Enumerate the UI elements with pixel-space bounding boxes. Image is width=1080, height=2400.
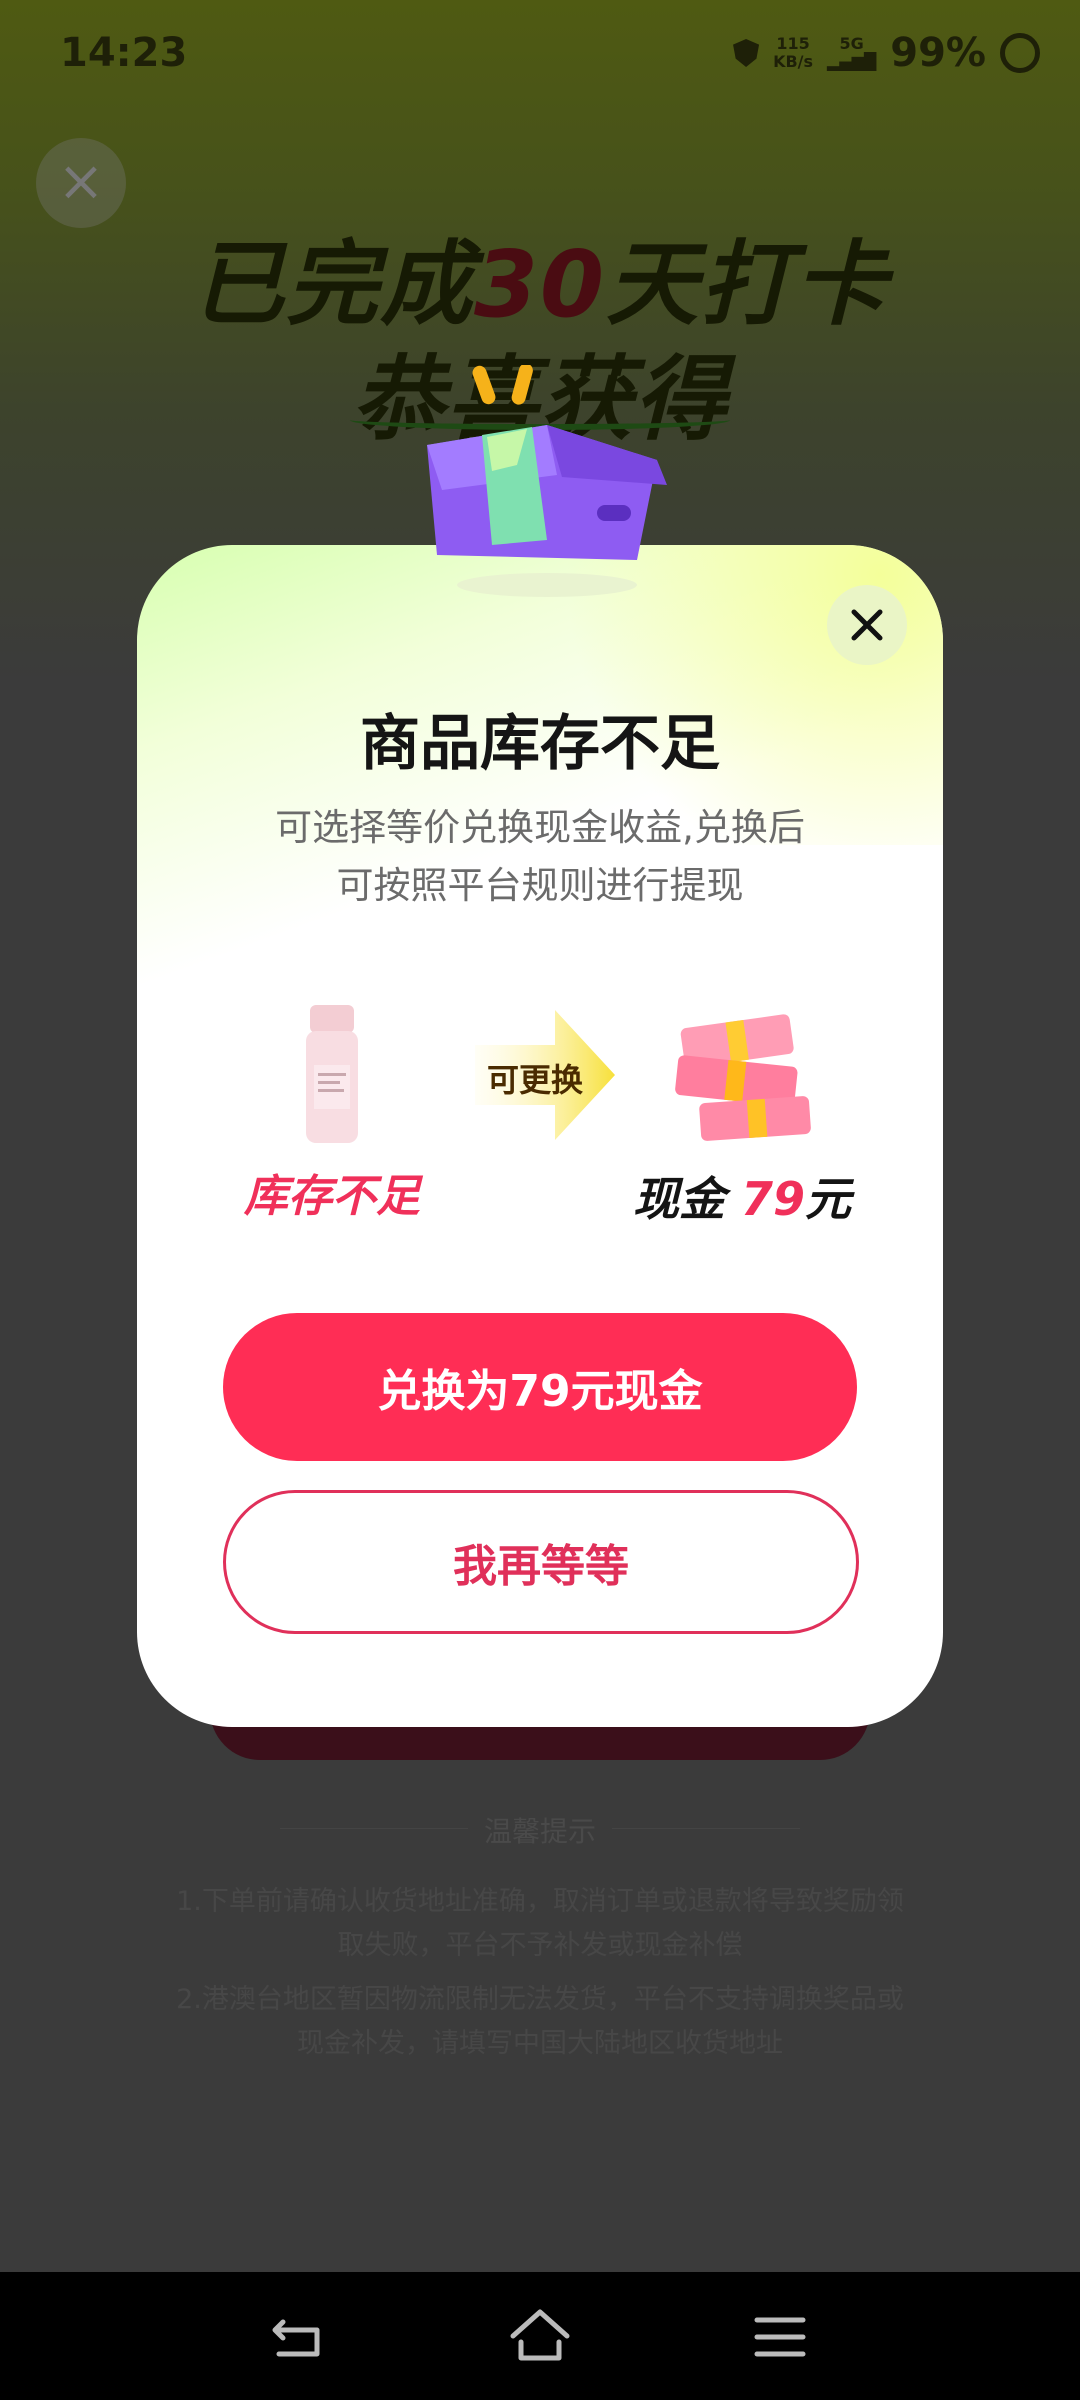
close-icon — [851, 609, 883, 641]
battery-ring-icon — [1000, 33, 1040, 73]
home-icon[interactable] — [505, 2302, 575, 2372]
back-icon[interactable] — [265, 2302, 335, 2372]
tips-title: 温馨提示 — [0, 1810, 1080, 1850]
tip-item: 2.港澳台地区暂因物流限制无法发货，平台不支持调换奖品或现金补发，请填写中国大陆… — [176, 1984, 904, 2059]
cash-stack-icon — [675, 1014, 811, 1141]
dialog-description-line2: 可按照平台规则进行提现 — [336, 864, 744, 907]
menu-icon[interactable] — [745, 2302, 815, 2372]
exchange-cash-button[interactable]: 兑换为79元现金 — [223, 1313, 857, 1461]
shield-icon — [733, 39, 760, 67]
status-time: 14:23 — [60, 30, 188, 76]
wait-button[interactable]: 我再等等 — [223, 1490, 859, 1634]
dialog-description-line1: 可选择等价兑换现金收益,兑换后 — [275, 806, 805, 849]
gift-box-icon — [427, 365, 667, 597]
checkin-title: 已完成30天打卡 — [191, 231, 889, 338]
tip-item: 1.下单前请确认收货地址准确，取消订单或退款将导致奖励领取失败，平台不予补发或现… — [176, 1886, 904, 1961]
network-signal: 5G ▂▄▆█ — [827, 34, 877, 71]
battery-percent: 99% — [890, 30, 986, 76]
exchange-label: 可更换 — [486, 1061, 583, 1099]
stock-shortage-dialog: 商品库存不足 可选择等价兑换现金收益,兑换后 可按照平台规则进行提现 库存不足 … — [137, 365, 943, 1727]
stock-status-label: 库存不足 — [244, 1171, 420, 1222]
status-indicators: 115 KB/s 5G ▂▄▆█ 99% — [733, 30, 1040, 76]
dialog-title: 商品库存不足 — [360, 709, 720, 779]
status-bar: 14:23 115 KB/s 5G ▂▄▆█ 99% — [0, 0, 1080, 110]
cash-amount-label: 现金 79元 — [632, 1172, 852, 1226]
dialog-close-button[interactable] — [827, 585, 907, 665]
net-speed: 115 KB/s — [773, 34, 814, 71]
signal-icon: ▂▄▆█ — [827, 52, 877, 71]
navigation-bar — [0, 2272, 1080, 2400]
lotion-bottle-icon — [306, 1005, 358, 1143]
